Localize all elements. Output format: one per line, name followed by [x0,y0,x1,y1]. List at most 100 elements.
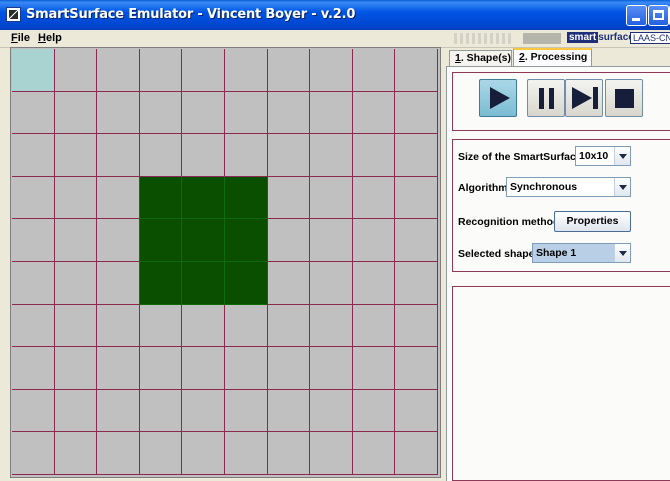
grid-cell[interactable] [395,49,438,92]
grid-cell[interactable] [54,304,98,348]
grid-cell[interactable] [12,134,55,177]
grid-cell[interactable] [395,389,438,433]
grid-cell[interactable] [224,432,268,475]
grid-cell[interactable] [54,176,98,220]
grid-cell[interactable] [267,432,311,475]
grid-cell[interactable] [12,219,55,262]
grid-cell[interactable] [12,432,55,475]
grid-cell[interactable] [54,432,98,475]
grid-cell[interactable] [352,176,396,220]
grid-cell[interactable] [97,219,140,262]
stop-button[interactable] [605,79,643,117]
grid-cell[interactable] [224,347,268,390]
grid-cell[interactable] [352,49,396,92]
grid-cell[interactable] [12,389,55,433]
grid-cell[interactable] [139,347,183,390]
grid-cell[interactable] [224,49,268,92]
grid-cell[interactable] [310,432,353,475]
grid-cell[interactable] [267,347,311,390]
maximize-button[interactable] [648,5,669,26]
grid-cell[interactable] [182,219,225,262]
grid-cell[interactable] [267,219,311,262]
grid-cell[interactable] [139,389,183,433]
grid-cell[interactable] [310,347,353,390]
grid-cell[interactable] [267,389,311,433]
grid-cell[interactable] [97,134,140,177]
tab-processing[interactable]: 2. Processing [513,48,592,67]
properties-button[interactable]: Properties [554,211,631,232]
tab-shapes[interactable]: 1. Shape(s) [449,50,512,66]
grid-cell[interactable] [267,91,311,135]
grid-cell[interactable] [139,304,183,348]
grid-cell[interactable] [12,49,55,92]
grid-cell[interactable] [139,261,183,305]
grid-cell[interactable] [310,176,353,220]
grid-cell[interactable] [352,432,396,475]
grid-cell[interactable] [267,176,311,220]
grid-cell[interactable] [310,389,353,433]
grid-cell[interactable] [97,304,140,348]
grid-cell[interactable] [224,91,268,135]
grid-cell[interactable] [267,304,311,348]
grid-cell[interactable] [182,432,225,475]
grid-cell[interactable] [352,219,396,262]
grid-cell[interactable] [54,347,98,390]
grid-cell[interactable] [224,219,268,262]
grid-cell[interactable] [182,304,225,348]
step-forward-button[interactable] [565,79,603,117]
menu-file[interactable]: File [11,32,30,44]
grid-cell[interactable] [12,304,55,348]
grid-cell[interactable] [310,261,353,305]
grid-cell[interactable] [395,261,438,305]
grid-cell[interactable] [97,261,140,305]
grid-cell[interactable] [54,219,98,262]
shape-select[interactable]: Shape 1 [532,243,631,263]
grid-cell[interactable] [352,304,396,348]
grid-cell[interactable] [224,134,268,177]
grid-cell[interactable] [139,176,183,220]
grid-cell[interactable] [224,389,268,433]
grid-cell[interactable] [352,134,396,177]
menu-help[interactable]: Help [38,32,62,44]
grid-cell[interactable] [182,176,225,220]
grid-cell[interactable] [54,91,98,135]
algorithm-select[interactable]: Synchronous [506,177,631,197]
grid-cell[interactable] [395,347,438,390]
grid-cell[interactable] [97,176,140,220]
grid-cell[interactable] [352,91,396,135]
grid-cell[interactable] [97,432,140,475]
grid-cell[interactable] [182,91,225,135]
grid-cell[interactable] [224,176,268,220]
pause-button[interactable] [527,79,565,117]
grid-cell[interactable] [267,261,311,305]
grid-cell[interactable] [182,389,225,433]
grid-cell[interactable] [139,49,183,92]
grid-cell[interactable] [310,134,353,177]
grid-cell[interactable] [395,219,438,262]
grid-cell[interactable] [224,304,268,348]
grid-cell[interactable] [267,134,311,177]
grid-cell[interactable] [395,134,438,177]
grid-cell[interactable] [97,389,140,433]
grid-cell[interactable] [139,432,183,475]
grid-cell[interactable] [139,219,183,262]
grid-cell[interactable] [310,219,353,262]
grid-cell[interactable] [12,176,55,220]
grid-cell[interactable] [97,49,140,92]
grid-cell[interactable] [182,261,225,305]
grid-cell[interactable] [12,347,55,390]
grid-cell[interactable] [352,389,396,433]
grid-cell[interactable] [182,134,225,177]
grid-cell[interactable] [97,91,140,135]
play-button[interactable] [479,79,517,117]
grid-cell[interactable] [97,347,140,390]
grid-cell[interactable] [54,49,98,92]
grid-cell[interactable] [267,49,311,92]
grid-cell[interactable] [139,134,183,177]
grid-cell[interactable] [310,91,353,135]
minimize-button[interactable] [626,5,647,26]
grid-cell[interactable] [54,389,98,433]
grid-cell[interactable] [352,347,396,390]
grid-cell[interactable] [54,261,98,305]
grid-cell[interactable] [395,304,438,348]
